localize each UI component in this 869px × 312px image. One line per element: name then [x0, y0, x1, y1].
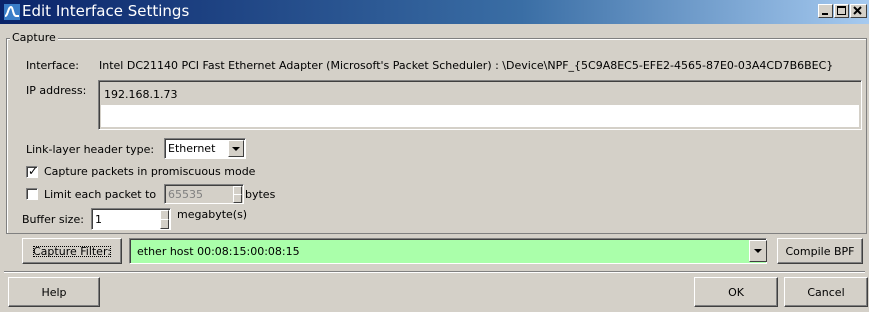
help-button[interactable]: Help [8, 277, 100, 307]
ip-address-selected-row[interactable]: 192.168.1.73 [101, 83, 859, 103]
ok-button[interactable]: OK [694, 277, 778, 307]
maximize-button[interactable] [834, 4, 849, 18]
close-icon [853, 6, 862, 15]
ok-button-label: OK [728, 285, 744, 299]
chevron-down-icon [754, 249, 762, 253]
interface-label: Interface: [26, 59, 79, 72]
promiscuous-checkbox[interactable]: ✓ [26, 164, 39, 178]
help-button-label: Help [41, 285, 67, 299]
interface-value: Intel DC21140 PCI Fast Ethernet Adapter … [99, 59, 834, 72]
limit-spin-down-button[interactable] [233, 194, 242, 203]
link-layer-dropdown-button[interactable] [228, 140, 244, 157]
capture-group-label: Capture [10, 31, 58, 44]
limit-packet-value: 65535 [168, 188, 203, 201]
buffer-size-label: Buffer size: [22, 213, 84, 226]
footer-separator [4, 271, 865, 273]
capture-filter-value: ether host 00:08:15:00:08:15 [137, 245, 300, 258]
window-title: Edit Interface Settings [22, 2, 190, 20]
limit-packet-label: Limit each packet to [44, 188, 157, 201]
limit-packet-checkbox[interactable] [26, 188, 38, 200]
minimize-icon [822, 13, 828, 15]
wireshark-app-icon [4, 4, 20, 20]
minimize-button[interactable] [818, 4, 833, 18]
maximize-icon [837, 6, 846, 15]
ip-address-list[interactable]: 192.168.1.73 [98, 80, 862, 130]
buffer-spin-down-button[interactable] [160, 219, 169, 229]
cancel-button[interactable]: Cancel [784, 277, 868, 307]
link-layer-label: Link-layer header type: [26, 143, 155, 156]
ip-address-label: IP address: [26, 84, 87, 97]
capture-filter-dropdown-button[interactable] [749, 240, 767, 262]
chevron-down-icon [232, 146, 240, 151]
promiscuous-label: Capture packets in promiscuous mode [44, 165, 256, 178]
compile-bpf-label: Compile BPF [785, 244, 855, 258]
capture-filter-button-label: Capture Filter: [30, 243, 114, 260]
limit-packet-spinbox[interactable]: 65535 [164, 184, 244, 204]
ip-address-empty-row [101, 105, 859, 127]
buffer-size-value: 1 [95, 213, 102, 226]
buffer-size-spinbox[interactable]: 1 [91, 208, 171, 230]
ip-address-value: 192.168.1.73 [104, 88, 178, 101]
checkmark-icon: ✓ [28, 164, 39, 178]
capture-filter-button[interactable]: Capture Filter: [22, 238, 122, 264]
link-layer-select[interactable]: Ethernet [164, 138, 246, 159]
compile-bpf-button[interactable]: Compile BPF [777, 238, 863, 264]
edit-interface-settings-window: Edit Interface Settings Capture Interfac… [0, 0, 869, 312]
close-button[interactable] [850, 4, 867, 18]
capture-filter-dropdown[interactable] [748, 240, 767, 262]
limit-packet-unit: bytes [245, 188, 276, 201]
cancel-button-label: Cancel [807, 285, 845, 299]
buffer-size-unit: megabyte(s) [177, 208, 248, 221]
capture-filter-input[interactable]: ether host 00:08:15:00:08:15 [129, 238, 767, 264]
link-layer-value: Ethernet [168, 142, 216, 155]
title-bar[interactable]: Edit Interface Settings [0, 0, 869, 24]
